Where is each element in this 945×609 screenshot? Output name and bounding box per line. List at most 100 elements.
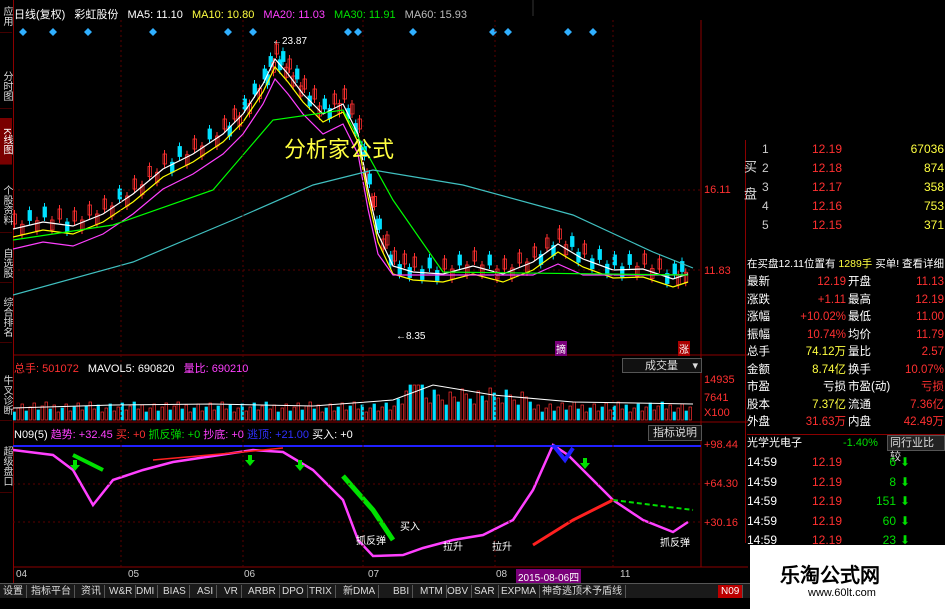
indicator-tab[interactable]: SAR xyxy=(471,585,499,598)
volume-bar xyxy=(68,410,72,421)
candle-body xyxy=(427,257,432,269)
candle-body xyxy=(242,98,247,110)
sidebar-tab-app[interactable]: 应用 xyxy=(0,0,12,33)
event-tag[interactable]: 摘 xyxy=(555,341,567,356)
volume-bar xyxy=(640,410,644,421)
volume-bar xyxy=(528,401,532,421)
volume-bar xyxy=(544,407,548,421)
bid-side-label: 买盘 xyxy=(742,160,757,214)
volume-bar xyxy=(292,406,296,421)
orderbook-level: 4 xyxy=(762,199,769,213)
sector-name[interactable]: 光学光电子 xyxy=(747,437,802,449)
volume-bar xyxy=(44,401,48,421)
signal-diamond xyxy=(504,28,512,36)
indicator-tab[interactable]: BIAS xyxy=(160,585,190,598)
indicator-name[interactable]: N09(5) xyxy=(14,429,48,441)
indicator-tab[interactable]: MTM xyxy=(417,585,447,598)
volume-bar xyxy=(376,410,380,421)
indicator-tab[interactable]: DPO xyxy=(279,585,308,598)
volume-bar xyxy=(144,411,148,421)
event-tag[interactable]: 涨 xyxy=(678,341,690,356)
volume-bar xyxy=(84,405,88,421)
signal-diamond xyxy=(249,28,257,36)
indicator-tab[interactable]: 新DMA xyxy=(340,585,380,598)
indicator-tab[interactable]: OBV xyxy=(444,585,473,598)
stat-label: 流通 xyxy=(848,398,871,411)
brand-name: 乐淘公式网 xyxy=(780,563,880,587)
candle-body xyxy=(367,173,372,185)
indicator-tab[interactable]: 指标平台 xyxy=(28,585,75,598)
volume-bar xyxy=(60,407,64,421)
tick-time: 14:59 xyxy=(747,455,778,469)
indicator-tab[interactable]: ASI xyxy=(194,585,218,598)
stat-value: 10.07% xyxy=(904,363,944,376)
indicator-tab[interactable]: VR xyxy=(221,585,242,598)
volume-bar xyxy=(440,399,444,421)
sidebar-tab-timeshare[interactable]: 分时图 xyxy=(0,64,12,109)
sidebar-tab-orderbook[interactable]: 超级盘口 xyxy=(0,440,12,493)
tick-price: 12.19 xyxy=(812,455,843,469)
indicator-tab[interactable]: DMI xyxy=(133,585,159,598)
sidebar-tab-profile[interactable]: 个股资料 xyxy=(0,178,12,233)
candle-body xyxy=(457,254,462,266)
volume-bar xyxy=(200,410,204,421)
volume-bar xyxy=(368,407,372,421)
volume-bar xyxy=(652,409,656,421)
volume-bar xyxy=(656,405,660,421)
sector-change: -1.40% xyxy=(843,437,878,449)
volume-bar xyxy=(540,411,544,421)
stat-value: 74.12万 xyxy=(805,346,846,358)
candle-body xyxy=(207,128,212,140)
volume-bar xyxy=(420,384,424,421)
sidebar-tab-ranking[interactable]: 综合排名 xyxy=(0,292,12,343)
volume-bar xyxy=(316,404,320,421)
indicator-tab[interactable]: W&R xyxy=(106,585,137,598)
volume-bar xyxy=(388,409,392,421)
candle-body xyxy=(252,83,257,95)
notice-detail-link[interactable]: 买单! 查看详细 xyxy=(875,258,944,270)
volume-bar xyxy=(320,411,324,421)
signal-diamond xyxy=(49,28,57,36)
stat-label: 换手 xyxy=(848,363,871,376)
indicator-tab[interactable]: 资讯 xyxy=(78,585,105,598)
indicator-tab[interactable]: BBI xyxy=(390,585,414,598)
volume-bar xyxy=(164,402,168,421)
indicator-tab[interactable]: 设置 xyxy=(0,585,27,598)
orderbook-level: 3 xyxy=(762,180,769,194)
candle-body xyxy=(597,249,602,260)
volume-bar xyxy=(148,407,152,421)
indicator-tab[interactable]: EXPMA xyxy=(498,585,541,598)
candle-body xyxy=(570,236,575,247)
orderbook-level: 1 xyxy=(762,142,769,156)
indicator-help-button[interactable]: 指标说明 xyxy=(648,425,702,441)
volume-bar xyxy=(516,404,520,421)
sector-compare-button[interactable]: 同行业比较 xyxy=(887,435,945,463)
volume-bar xyxy=(636,403,640,421)
volume-bar xyxy=(356,408,360,421)
volume-bar xyxy=(248,406,252,421)
volume-bar xyxy=(348,405,352,421)
stat-label: 振幅 xyxy=(747,328,770,341)
volume-bar xyxy=(304,405,308,421)
volume-mode-select[interactable]: 成交量 ▾ xyxy=(622,358,702,373)
volume-bar xyxy=(324,407,328,421)
tick-price: 12.19 xyxy=(812,494,843,508)
orderbook-price: 12.18 xyxy=(812,161,843,175)
volume-bar xyxy=(272,404,276,421)
volume-bar xyxy=(688,406,692,421)
volume-bar xyxy=(432,389,436,421)
stat-value: 12.19 xyxy=(915,293,944,306)
indicator-tab[interactable]: 神奇逃顶术予盾线 xyxy=(539,585,626,598)
indicator-tab[interactable]: ARBR xyxy=(245,585,280,598)
volume-bar xyxy=(412,384,416,421)
main-chart-canvas[interactable] xyxy=(13,0,748,585)
sidebar-tab-watchlist[interactable]: 自选股 xyxy=(0,244,12,283)
sidebar-tab-diagnosis[interactable]: 牛叉诊断 xyxy=(0,370,12,421)
indicator-tab[interactable]: N09 xyxy=(718,585,744,598)
volume-bar xyxy=(204,406,208,421)
sidebar-tab-kline[interactable]: K线图 xyxy=(0,118,12,165)
volume-axis-label: X100 xyxy=(704,407,730,419)
volume-bar xyxy=(604,402,608,421)
indicator-tab[interactable]: TRIX xyxy=(306,585,336,598)
stat-value: 12.19 xyxy=(817,276,846,288)
